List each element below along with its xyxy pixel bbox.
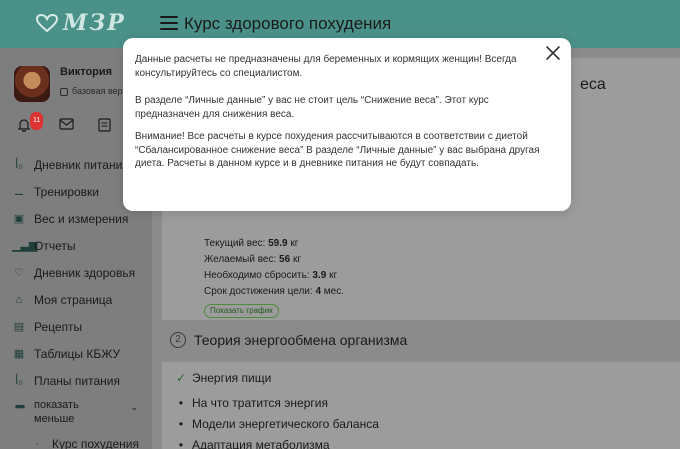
- sidebar-item-label: Отчеты: [34, 238, 76, 253]
- leaf-icon: ·: [35, 437, 39, 449]
- sidebar-item-meal-plans[interactable]: ꟾ₀ Планы питания: [0, 367, 152, 394]
- panel-title-fragment: еса: [580, 76, 606, 93]
- need-lose-unit: кг: [326, 270, 338, 281]
- desired-weight-value: 56: [279, 254, 291, 265]
- home-icon: ⌂: [15, 293, 23, 306]
- modal-paragraph-goal: В разделе “Личные данные” у вас не стоит…: [135, 95, 489, 120]
- list-item-label: На что тратится энергия: [192, 396, 328, 410]
- list-item-label: Адаптация метаболизма: [192, 438, 330, 449]
- table-icon: ▦: [13, 348, 25, 360]
- list-item-label: Энергия пищи: [192, 371, 272, 385]
- list-item-label: Модели энергетического баланса: [192, 417, 379, 431]
- user-name[interactable]: Виктория: [60, 66, 112, 78]
- show-less-label: показать меньше: [34, 398, 79, 426]
- current-weight-row: Текущий вес: 59.9 кг: [204, 236, 344, 252]
- mail-icon[interactable]: [58, 118, 74, 134]
- notes-svg: [97, 118, 111, 132]
- section-number: 2: [170, 332, 186, 348]
- list-item[interactable]: ✓ Энергия пищи: [174, 371, 271, 385]
- mail-svg: [58, 118, 74, 130]
- sidebar-item-health-diary[interactable]: ♡ Дневник здоровья: [0, 259, 152, 286]
- deadline-unit: мес.: [321, 286, 344, 297]
- deadline-label: Срок достижения цели:: [204, 286, 316, 297]
- sidebar-item-label: Вес и измерения: [34, 211, 129, 226]
- dumbbell-icon: ⚊: [14, 186, 24, 198]
- page-title: Курс здорового похудения: [184, 14, 392, 33]
- bullet-icon: •: [178, 438, 184, 449]
- sidebar-item-label: Моя страница: [34, 292, 113, 307]
- close-button[interactable]: [544, 44, 562, 62]
- user-plan-label: базовая вер: [72, 86, 123, 96]
- need-lose-label: Необходимо сбросить:: [204, 270, 313, 281]
- cutlery-icon: ꟾ₀: [15, 159, 23, 171]
- hamburger-menu-icon[interactable]: [160, 16, 178, 30]
- notes-icon[interactable]: [96, 118, 112, 134]
- user-plan: базовая вер: [60, 86, 123, 96]
- sidebar-item-label: Тренировки: [34, 184, 100, 199]
- list-item[interactable]: • Адаптация метаболизма: [174, 438, 330, 449]
- bar-chart-icon: ▁▃▆: [12, 240, 38, 252]
- weight-stats: Текущий вес: 59.9 кг Желаемый вес: 56 кг…: [204, 236, 344, 300]
- modal-paragraph-diet: Внимание! Все расчеты в курсе похудения …: [135, 131, 540, 169]
- desired-weight-label: Желаемый вес:: [204, 254, 280, 265]
- lock-icon: [60, 87, 68, 96]
- cutlery-icon: ꟾ₀: [15, 375, 23, 387]
- heart-pulse-icon: ♡: [14, 267, 24, 279]
- logo-text[interactable]: МЗР: [63, 10, 126, 36]
- sidebar-item-label: Рецепты: [34, 319, 83, 334]
- list-item[interactable]: • Модели энергетического баланса: [174, 417, 379, 431]
- lesson-list: ✓ Энергия пищи • На что тратится энергия •…: [162, 362, 680, 449]
- sidebar-item-label: Таблицы КБЖУ: [34, 346, 121, 361]
- sidebar-item-course[interactable]: · Курс похудения: [0, 430, 152, 449]
- bullet-icon: •: [178, 396, 184, 410]
- check-icon: ✓: [175, 371, 187, 385]
- sidebar-item-reports[interactable]: ▁▃▆ Отчеты: [0, 232, 152, 259]
- close-icon: [546, 46, 560, 60]
- clipboard-icon: ▤: [13, 321, 25, 333]
- sidebar-item-label: Курс похудения: [52, 436, 140, 449]
- section-energy-theory[interactable]: 2 Теория энергообмена организма: [162, 328, 680, 356]
- deadline-row: Срок достижения цели: 4 мес.: [204, 284, 344, 300]
- notification-badge: 11: [30, 112, 44, 130]
- dots-icon: •••: [14, 398, 26, 414]
- bell-svg: [17, 119, 31, 133]
- sidebar-item-label: Дневник здоровья: [34, 265, 136, 280]
- section-title: Теория энергообмена организма: [194, 332, 408, 348]
- desired-weight-row: Желаемый вес: 56 кг: [204, 252, 344, 268]
- show-chart-button[interactable]: Показать график: [204, 304, 279, 318]
- sidebar-item-label: Дневник питания: [34, 157, 129, 172]
- scale-icon: ▣: [13, 213, 25, 225]
- warning-modal: Данные расчеты не предназначены для бере…: [123, 38, 571, 211]
- show-less-line2: меньше: [34, 413, 75, 425]
- show-less-toggle[interactable]: ••• показать меньше ⌄: [0, 394, 152, 430]
- sidebar-item-my-page[interactable]: ⌂ Моя страница: [0, 286, 152, 313]
- current-weight-unit: кг: [287, 238, 299, 249]
- list-item[interactable]: • На что тратится энергия: [174, 396, 328, 410]
- show-less-line1: показать: [34, 399, 79, 411]
- sidebar-item-kbju-tables[interactable]: ▦ Таблицы КБЖУ: [0, 340, 152, 367]
- sidebar-item-label: Планы питания: [34, 373, 120, 388]
- logo-heart-icon: [36, 14, 58, 32]
- chevron-up-icon: ⌄: [130, 402, 138, 412]
- current-weight-label: Текущий вес:: [204, 238, 269, 249]
- bullet-icon: •: [178, 417, 184, 431]
- bell-icon[interactable]: 11: [16, 112, 44, 134]
- avatar[interactable]: [14, 66, 50, 102]
- need-lose-row: Необходимо сбросить: 3.9 кг: [204, 268, 344, 284]
- need-lose-value: 3.9: [312, 270, 327, 281]
- current-weight-value: 59.9: [268, 238, 288, 249]
- desired-weight-unit: кг: [290, 254, 301, 265]
- sidebar-item-recipes[interactable]: ▤ Рецепты: [0, 313, 152, 340]
- modal-paragraph-disclaimer: Данные расчеты не предназначены для бере…: [135, 54, 517, 79]
